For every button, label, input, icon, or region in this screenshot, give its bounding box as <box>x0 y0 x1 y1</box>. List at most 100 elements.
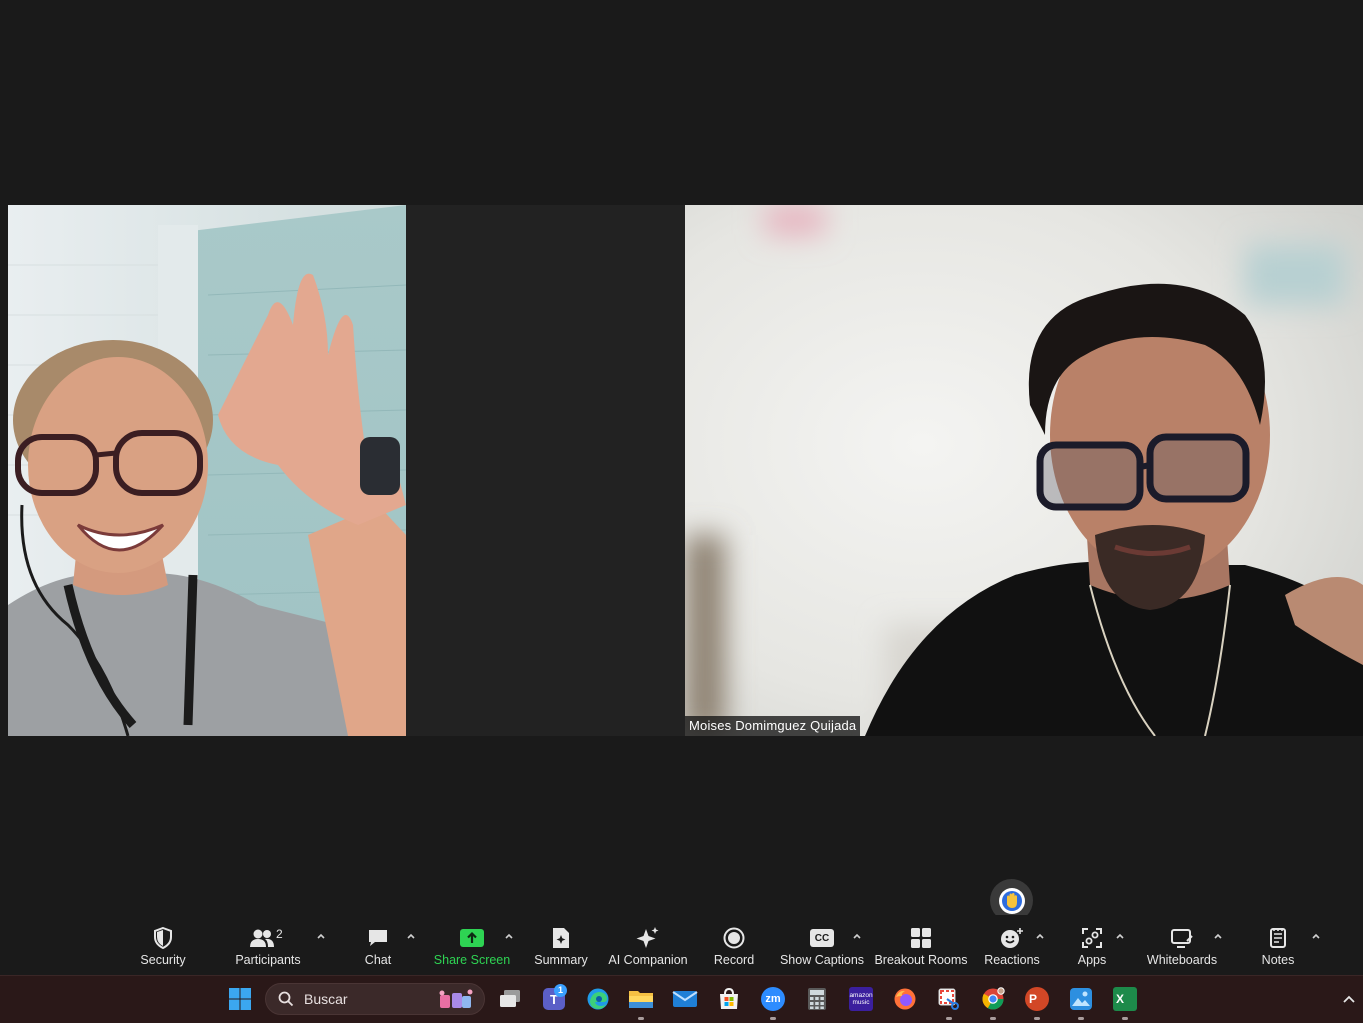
closed-captions-icon: CC <box>810 929 834 947</box>
summary-button[interactable]: Summary <box>534 925 588 973</box>
reaction-smiley-icon <box>1001 928 1023 948</box>
photos-app-button[interactable] <box>1066 984 1096 1020</box>
running-indicator <box>770 1017 776 1020</box>
teams-app-button[interactable]: T 1 <box>539 984 569 1014</box>
chat-label: Chat <box>364 953 392 967</box>
participant-left-video-feed <box>8 205 406 736</box>
whiteboards-options-chevron-icon[interactable] <box>1212 930 1224 942</box>
summary-icon <box>553 928 569 948</box>
ai-companion-button[interactable]: AI Companion <box>608 925 688 973</box>
start-button[interactable] <box>225 984 255 1014</box>
chat-icon <box>369 930 387 946</box>
apps-label: Apps <box>1077 953 1107 967</box>
participants-count: 2 <box>276 927 283 941</box>
firefox-icon <box>894 988 916 1010</box>
teams-icon: T 1 <box>543 984 567 1010</box>
chrome-icon <box>982 987 1005 1010</box>
apps-options-chevron-icon[interactable] <box>1114 930 1126 942</box>
show-hidden-icons-button[interactable] <box>1337 984 1361 1014</box>
participants-options-chevron-icon[interactable] <box>315 930 327 942</box>
notes-icon <box>1270 928 1286 948</box>
taskbar-search-input[interactable]: Buscar <box>265 983 485 1015</box>
share-screen-button[interactable]: Share Screen <box>433 925 511 973</box>
participants-icon <box>250 929 274 947</box>
whiteboards-button[interactable]: Whiteboards <box>1146 925 1218 973</box>
apps-icon <box>1082 928 1102 948</box>
share-screen-label: Share Screen <box>433 953 511 967</box>
search-placeholder: Buscar <box>304 991 348 1007</box>
participants-button[interactable]: 2 Participants <box>235 925 301 973</box>
task-view-button[interactable] <box>495 984 525 1014</box>
zoom-icon: zm <box>761 987 785 1011</box>
file-explorer-button[interactable] <box>626 984 656 1020</box>
running-indicator <box>946 1017 952 1020</box>
chrome-app-button[interactable] <box>978 984 1008 1020</box>
amazon-music-icon-text: amazon music <box>849 992 873 1006</box>
search-icon <box>278 991 294 1007</box>
record-label: Record <box>713 953 755 967</box>
firefox-app-button[interactable] <box>890 984 920 1014</box>
calculator-app-button[interactable] <box>802 984 832 1014</box>
ai-sparkle-icon <box>636 927 659 948</box>
task-view-icon <box>500 990 520 1007</box>
running-indicator <box>1034 1017 1040 1020</box>
running-indicator <box>1122 1017 1128 1020</box>
record-button[interactable]: Record <box>714 925 754 973</box>
reactions-label: Reactions <box>984 953 1040 967</box>
whiteboard-icon <box>1171 929 1193 948</box>
video-stage: Moises Domimguez Quijada <box>0 0 1363 922</box>
shield-icon <box>154 927 172 949</box>
meeting-toolbar: Security 2 Participants Chat Share Scree… <box>0 915 1363 975</box>
excel-icon: X <box>1113 987 1137 1011</box>
breakout-rooms-button[interactable]: Breakout Rooms <box>874 925 968 973</box>
chat-button[interactable]: Chat <box>362 925 394 973</box>
apps-button[interactable]: Apps <box>1074 925 1110 973</box>
edge-app-button[interactable] <box>583 984 613 1014</box>
participants-label: Participants <box>235 953 301 967</box>
captions-options-chevron-icon[interactable] <box>851 930 863 942</box>
security-button[interactable]: Security <box>140 925 186 973</box>
search-highlight-icon <box>439 989 473 1008</box>
amazon-music-app-button[interactable]: amazon music <box>846 984 876 1014</box>
zoom-icon-text: zm <box>765 993 781 1005</box>
reactions-options-chevron-icon[interactable] <box>1034 930 1046 942</box>
ai-companion-label: AI Companion <box>608 953 688 967</box>
whiteboards-label: Whiteboards <box>1146 953 1218 967</box>
captions-icon-text: CC <box>814 932 830 944</box>
chat-options-chevron-icon[interactable] <box>405 930 417 942</box>
show-captions-label: Show Captions <box>779 953 865 967</box>
participant-name-label: Moises Domimguez Quijada <box>685 716 861 736</box>
powerpoint-icon: P <box>1025 987 1049 1011</box>
snipping-tool-icon <box>938 988 959 1010</box>
windows-taskbar: Buscar T 1 zm amazon music P X <box>0 975 1363 1023</box>
breakout-rooms-icon <box>911 928 931 948</box>
breakout-rooms-label: Breakout Rooms <box>874 953 968 967</box>
calculator-icon <box>808 988 826 1010</box>
snipping-tool-button[interactable] <box>934 984 964 1020</box>
microsoft-store-button[interactable] <box>714 984 744 1014</box>
running-indicator <box>1078 1017 1084 1020</box>
participant-video-left[interactable] <box>8 205 406 736</box>
zoom-app-button[interactable]: zm <box>758 984 788 1020</box>
notes-button[interactable]: Notes <box>1260 925 1296 973</box>
store-icon <box>720 987 738 1009</box>
excel-letter: X <box>1116 992 1125 1006</box>
mail-app-button[interactable] <box>670 984 700 1014</box>
powerpoint-app-button[interactable]: P <box>1022 984 1052 1020</box>
running-indicator <box>990 1017 996 1020</box>
edge-browser-icon <box>587 988 609 1010</box>
teams-notification-badge: 1 <box>554 984 567 997</box>
reactions-button[interactable]: Reactions <box>984 925 1040 973</box>
participant-video-right[interactable] <box>685 205 1363 736</box>
share-options-chevron-icon[interactable] <box>503 930 515 942</box>
share-screen-icon <box>460 929 484 947</box>
summary-label: Summary <box>534 953 588 967</box>
more-options-chevron-icon[interactable] <box>1310 930 1322 942</box>
powerpoint-letter: P <box>1029 992 1038 1006</box>
windows-start-icon <box>229 988 251 1010</box>
folder-icon <box>629 991 653 1008</box>
chevron-up-icon <box>1343 995 1355 1003</box>
participant-right-video-feed <box>685 205 1363 736</box>
photos-icon <box>1070 988 1092 1010</box>
excel-app-button[interactable]: X <box>1110 984 1140 1020</box>
